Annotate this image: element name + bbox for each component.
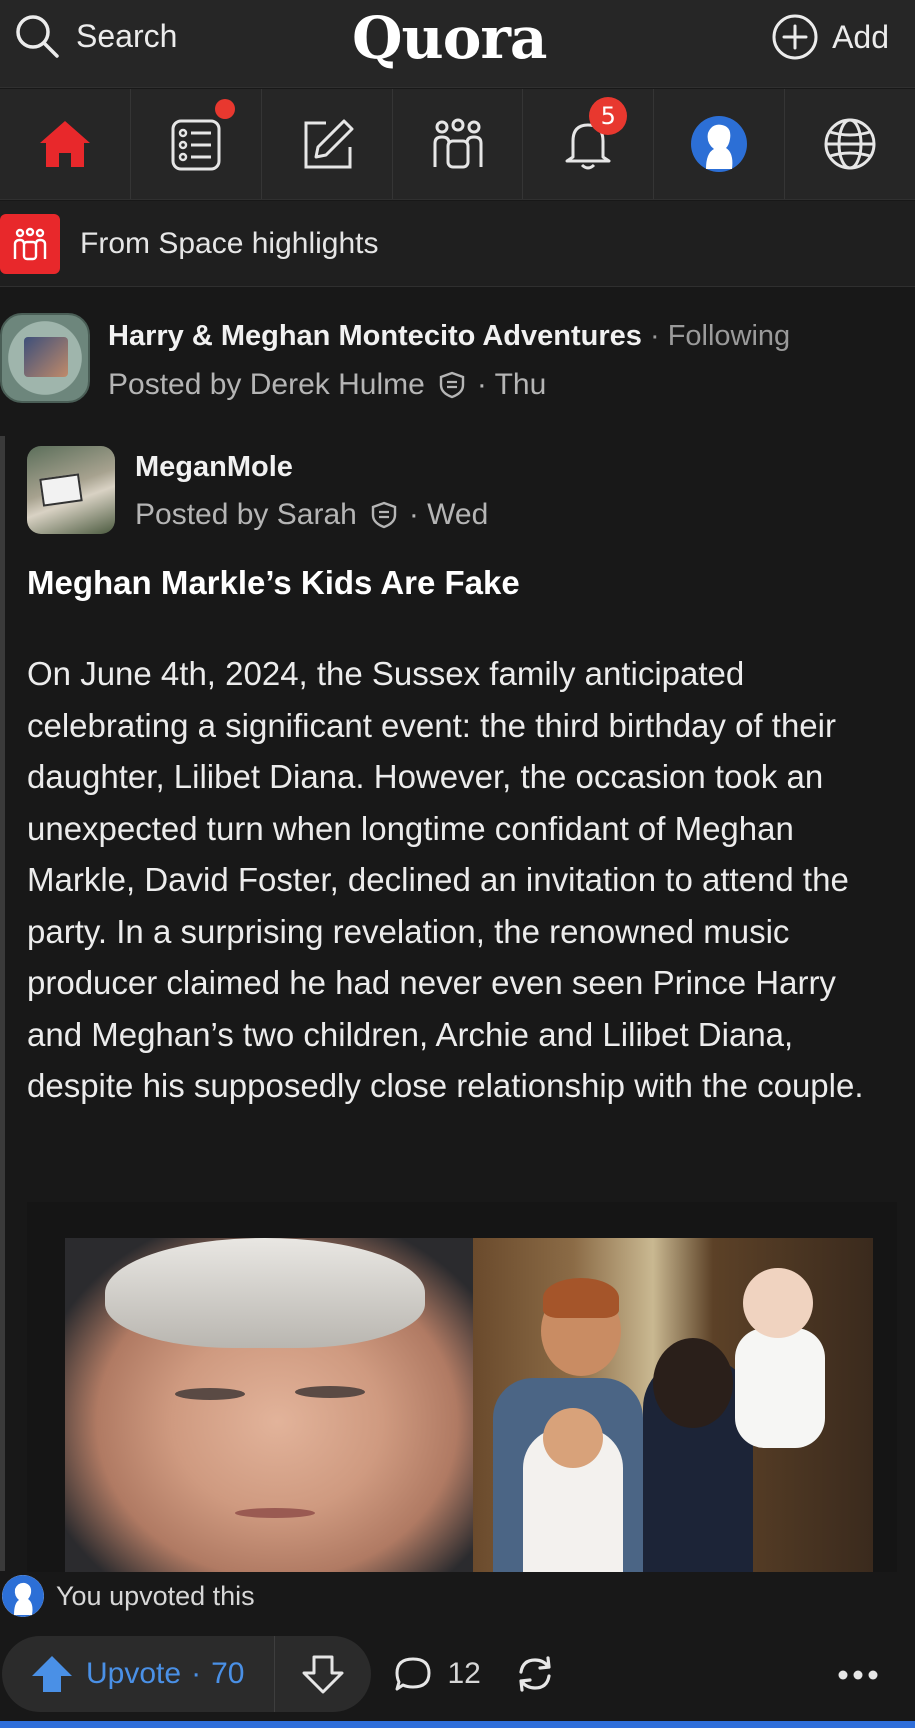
downvote-arrow-icon: [302, 1655, 344, 1694]
space-name-line: Harry & Meghan Montecito Adventures · Fo…: [108, 320, 790, 353]
people-icon: [433, 118, 482, 169]
quora-app: Search Quora Add 5 From Space highlights…: [0, 0, 915, 1728]
shared-posted-time[interactable]: · Wed: [409, 498, 488, 532]
downvote-button[interactable]: [275, 1636, 371, 1712]
upvoted-label: You upvoted this: [56, 1580, 255, 1611]
portrait-photo: [65, 1238, 473, 1572]
user-avatar: [2, 1575, 44, 1617]
ellipsis-icon: [838, 1670, 878, 1680]
home-icon: [39, 121, 90, 167]
comment-button[interactable]: 12: [393, 1654, 481, 1694]
vote-pill: Upvote · 70: [2, 1636, 372, 1712]
comment-bubble-icon: [395, 1657, 431, 1691]
shared-posted-by[interactable]: Posted by Sarah: [135, 498, 357, 532]
search-button[interactable]: Search: [12, 10, 177, 62]
post-image[interactable]: [27, 1202, 897, 1572]
family-photo: [473, 1238, 873, 1572]
post-title[interactable]: Meghan Markle’s Kids Are Fake: [27, 564, 520, 602]
nav-home[interactable]: [0, 89, 131, 199]
space-highlights-banner[interactable]: From Space highlights: [0, 201, 915, 287]
upvote-separator: ·: [191, 1657, 202, 1690]
search-icon: [16, 15, 59, 58]
nav-profile[interactable]: [654, 89, 786, 199]
shared-post-border: [0, 436, 5, 1571]
profile-avatar-icon: [691, 116, 748, 172]
posted-time[interactable]: · Thu: [477, 368, 546, 402]
shared-post-meta: Posted by Sarah · Wed: [135, 498, 488, 532]
photo-detail: [543, 1408, 603, 1468]
separator: ·: [641, 320, 668, 352]
nav-notifications[interactable]: 5: [523, 89, 655, 199]
upvote-label: Upvote: [86, 1657, 182, 1690]
photo-detail: [295, 1386, 365, 1398]
post-meta: Posted by Derek Hulme · Thu: [108, 368, 546, 402]
space-highlights-label: From Space highlights: [80, 226, 379, 260]
space-avatar[interactable]: [0, 313, 90, 403]
photo-detail: [175, 1388, 245, 1400]
top-bar: Search Quora Add: [0, 0, 915, 88]
more-options-button[interactable]: [833, 1650, 883, 1700]
photo-detail: [653, 1338, 733, 1428]
post-actions: Upvote · 70 12: [0, 1636, 915, 1712]
notification-badge: 5: [589, 97, 628, 135]
share-reshare-icon[interactable]: [511, 1650, 559, 1698]
shared-author-avatar[interactable]: [27, 446, 115, 534]
edit-icon: [304, 119, 354, 169]
photo-detail: [235, 1508, 315, 1518]
upvote-button[interactable]: Upvote · 70: [2, 1636, 276, 1712]
moderator-shield-icon: [371, 501, 397, 529]
photo-detail: [105, 1238, 425, 1348]
shared-author-name[interactable]: MeganMole: [135, 451, 293, 484]
nav-spaces[interactable]: [393, 89, 524, 199]
people-group-icon: [13, 227, 47, 260]
main-nav: 5: [0, 89, 915, 200]
new-content-dot: [214, 99, 235, 119]
avatar-photo-detail: [39, 473, 83, 507]
space-icon: [0, 213, 60, 274]
profile-avatar-icon: [2, 1575, 44, 1617]
search-label: Search: [76, 17, 178, 54]
photo-detail: [543, 1278, 619, 1318]
upvote-count: 70: [211, 1657, 245, 1690]
quora-logo[interactable]: Quora: [352, 4, 548, 72]
upvote-status-row: You upvoted this: [0, 1568, 915, 1624]
nav-languages[interactable]: [785, 89, 915, 199]
globe-icon: [824, 118, 876, 170]
add-label: Add: [832, 18, 889, 55]
space-avatar-photo: [24, 337, 68, 377]
upvote-arrow-icon: [32, 1656, 72, 1692]
nav-answer[interactable]: [262, 89, 393, 199]
posted-by-author[interactable]: Posted by Derek Hulme: [108, 368, 425, 402]
photo-detail: [735, 1328, 825, 1448]
feed-post: Harry & Meghan Montecito Adventures · Fo…: [0, 288, 915, 1728]
post-body[interactable]: On June 4th, 2024, the Sussex family ant…: [27, 648, 897, 1112]
comment-count: 12: [447, 1657, 481, 1690]
bottom-accent-line: [0, 1721, 915, 1728]
plus-circle-icon: [772, 14, 818, 60]
space-name[interactable]: Harry & Meghan Montecito Adventures: [108, 320, 642, 352]
add-button[interactable]: Add: [770, 12, 889, 62]
photo-detail: [743, 1268, 813, 1338]
feed-list-icon: [171, 119, 221, 171]
nav-following[interactable]: [131, 89, 262, 199]
following-button[interactable]: Following: [668, 320, 791, 352]
moderator-shield-icon: [439, 371, 465, 399]
